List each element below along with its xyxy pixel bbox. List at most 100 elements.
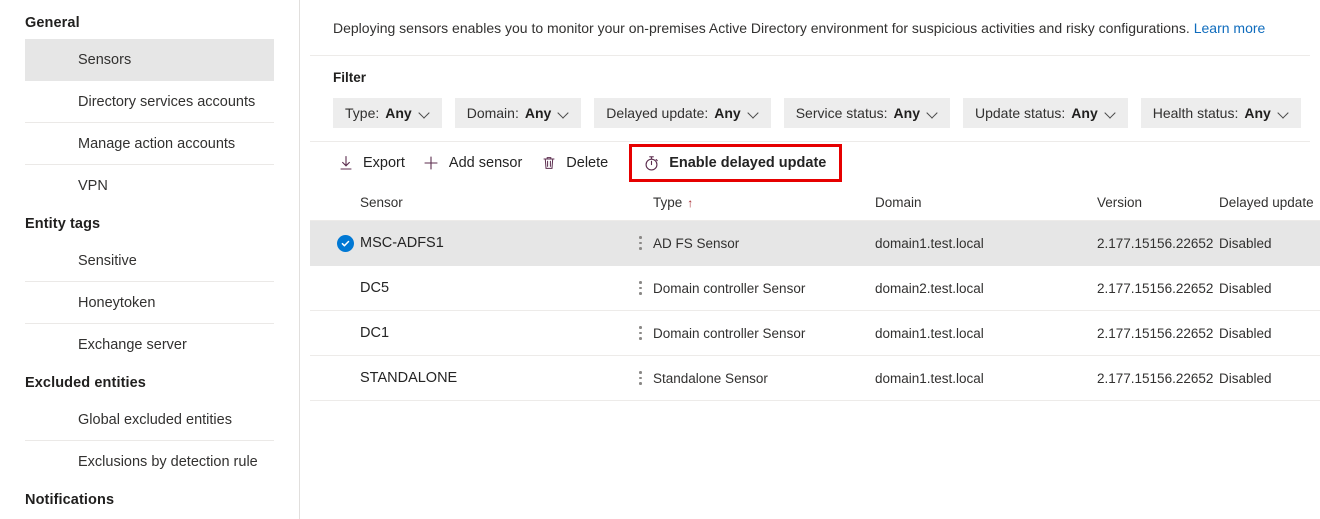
sidebar-group-title: Notifications: [0, 483, 299, 516]
sensor-name: DC5: [360, 280, 389, 296]
filter-chip-value: Any: [894, 105, 920, 121]
command-delete-button[interactable]: Delete: [536, 145, 622, 181]
settings-sidebar: GeneralSensorsDirectory services account…: [0, 0, 300, 519]
sensors-card: Deploying sensors enables you to monitor…: [310, 0, 1310, 401]
column-header-type-label: Type: [653, 195, 682, 210]
cell-domain: domain1.test.local: [875, 356, 1097, 401]
filter-chip-value: Any: [1071, 105, 1097, 121]
command-bar: Export Add sensor Delete Enable delayed upd…: [310, 142, 1310, 184]
filter-chip-row: Type:AnyDomain:AnyDelayed update:AnyServ…: [333, 98, 1310, 128]
row-select-checkbox[interactable]: [310, 311, 360, 356]
command-enable-delayed-update-button[interactable]: Enable delayed update: [629, 144, 842, 182]
cell-sensor: STANDALONE: [360, 356, 628, 401]
filter-chip-delayed-update[interactable]: Delayed update: Any: [594, 98, 770, 128]
filter-chip-value: Any: [385, 105, 411, 121]
sensors-table: Sensor Type ↑ Domain Version Delayed upda…: [310, 184, 1320, 401]
info-banner-text: Deploying sensors enables you to monitor…: [333, 20, 1190, 36]
table-header-row: Sensor Type ↑ Domain Version Delayed upda…: [310, 184, 1320, 221]
filter-chip-name: Service status:: [796, 105, 888, 121]
sidebar-item-directory-services-accounts[interactable]: Directory services accounts: [25, 81, 274, 123]
sidebar-item-honeytoken[interactable]: Honeytoken: [25, 282, 274, 324]
more-options-icon: [628, 326, 653, 340]
cell-sensor: DC1: [360, 311, 628, 356]
sidebar-item-exchange-server[interactable]: Exchange server: [25, 324, 274, 366]
main-panel: Deploying sensors enables you to monitor…: [300, 0, 1320, 519]
cell-sensor: MSC-ADFS1: [360, 221, 628, 266]
filter-label: Filter: [333, 70, 1310, 85]
table-row[interactable]: STANDALONE Standalone Sensordomain1.test.…: [310, 356, 1320, 401]
chevron-down-icon: [559, 108, 570, 119]
info-banner: Deploying sensors enables you to monitor…: [310, 0, 1310, 55]
row-select-checkbox[interactable]: [310, 356, 360, 401]
cell-type: Standalone Sensor: [653, 356, 875, 401]
sidebar-item-sensitive[interactable]: Sensitive: [25, 240, 274, 282]
column-header-type[interactable]: Type ↑: [653, 184, 875, 221]
filter-chip-name: Delayed update:: [606, 105, 708, 121]
row-select-checkbox[interactable]: [310, 266, 360, 311]
cell-domain: domain2.test.local: [875, 266, 1097, 311]
filter-chip-name: Type:: [345, 105, 379, 121]
command-label: Enable delayed update: [669, 155, 826, 171]
download-icon: [337, 155, 354, 172]
filter-chip-name: Update status:: [975, 105, 1065, 121]
table-row[interactable]: MSC-ADFS1 AD FS Sensordomain1.test.local2…: [310, 221, 1320, 266]
sidebar-item-exclusions-by-detection-rule[interactable]: Exclusions by detection rule: [25, 441, 274, 483]
row-actions-menu[interactable]: [628, 266, 653, 311]
table-row[interactable]: DC1Domain controller Sensordomain1.test.…: [310, 311, 1320, 356]
sidebar-item-manage-action-accounts[interactable]: Manage action accounts: [25, 123, 274, 165]
cell-type: AD FS Sensor: [653, 221, 875, 266]
more-options-icon: [628, 371, 653, 385]
cell-type: Domain controller Sensor: [653, 311, 875, 356]
sidebar-item-sensors[interactable]: Sensors: [25, 39, 274, 81]
column-header-delayed-update[interactable]: Delayed update: [1219, 184, 1320, 221]
filter-chip-type[interactable]: Type: Any: [333, 98, 442, 128]
filter-chip-value: Any: [714, 105, 740, 121]
chevron-down-icon: [749, 108, 760, 119]
filter-chip-domain[interactable]: Domain: Any: [455, 98, 582, 128]
sidebar-item-vpn[interactable]: VPN: [25, 165, 274, 207]
header-select-all[interactable]: [310, 184, 360, 221]
checkmark-icon: [337, 235, 354, 252]
chevron-down-icon: [1106, 108, 1117, 119]
command-export-button[interactable]: Export: [333, 145, 419, 181]
cell-version: 2.177.15156.22652: [1097, 356, 1219, 401]
chevron-down-icon: [928, 108, 939, 119]
learn-more-link[interactable]: Learn more: [1194, 20, 1266, 36]
checkbox-wrap: [310, 235, 360, 252]
cell-version: 2.177.15156.22652: [1097, 221, 1219, 266]
filter-chip-update-status[interactable]: Update status: Any: [963, 98, 1128, 128]
cell-delayed-update: Disabled: [1219, 266, 1320, 311]
sort-ascending-icon: ↑: [687, 196, 693, 210]
cell-version: 2.177.15156.22652: [1097, 266, 1219, 311]
filter-chip-health-status[interactable]: Health status:Any: [1141, 98, 1301, 128]
table-row[interactable]: DC5Domain controller Sensordomain2.test.…: [310, 266, 1320, 311]
table-header: Sensor Type ↑ Domain Version Delayed upda…: [310, 184, 1320, 221]
sensor-name: STANDALONE: [360, 370, 457, 386]
cell-domain: domain1.test.local: [875, 221, 1097, 266]
sidebar-group-title: Entity tags: [0, 207, 299, 240]
cell-delayed-update: Disabled: [1219, 356, 1320, 401]
column-header-sensor[interactable]: Sensor: [360, 184, 628, 221]
trash-icon: [540, 155, 557, 172]
column-header-domain[interactable]: Domain: [875, 184, 1097, 221]
row-select-checkbox[interactable]: [310, 221, 360, 266]
command-label: Add sensor: [449, 155, 522, 171]
chevron-down-icon: [1279, 108, 1290, 119]
cell-version: 2.177.15156.22652: [1097, 311, 1219, 356]
filter-chip-value: Any: [525, 105, 551, 121]
command-add-sensor-button[interactable]: Add sensor: [419, 145, 536, 181]
more-options-icon: [628, 281, 653, 295]
filter-chip-name: Domain:: [467, 105, 519, 121]
column-header-version[interactable]: Version: [1097, 184, 1219, 221]
filter-chip-service-status[interactable]: Service status: Any: [784, 98, 950, 128]
cell-sensor: DC5: [360, 266, 628, 311]
cell-delayed-update: Disabled: [1219, 221, 1320, 266]
sidebar-group-title: General: [0, 6, 299, 39]
command-label: Export: [363, 155, 405, 171]
row-actions-menu[interactable]: [628, 356, 653, 401]
row-actions-menu[interactable]: [628, 221, 653, 266]
sidebar-item-global-excluded-entities[interactable]: Global excluded entities: [25, 399, 274, 441]
cell-delayed-update: Disabled: [1219, 311, 1320, 356]
filter-chip-name: Health status:: [1153, 105, 1239, 121]
row-actions-menu[interactable]: [628, 311, 653, 356]
